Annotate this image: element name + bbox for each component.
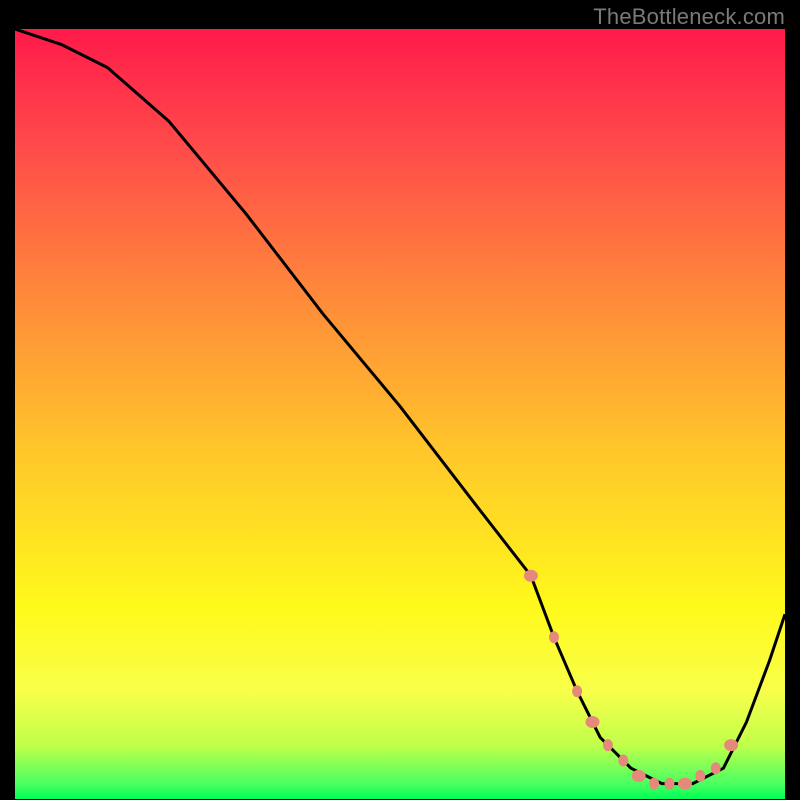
marker-dot (618, 755, 628, 767)
highlight-markers (524, 570, 738, 790)
marker-dot (632, 770, 646, 782)
marker-dot (724, 739, 738, 751)
marker-dot (549, 631, 559, 643)
watermark-text: TheBottleneck.com (593, 4, 785, 30)
marker-dot (524, 570, 538, 582)
chart-area (15, 29, 785, 799)
bottleneck-curve (15, 29, 785, 784)
curve-path (15, 29, 785, 784)
marker-dot (649, 778, 659, 790)
marker-dot (695, 770, 705, 782)
marker-dot (711, 762, 721, 774)
marker-dot (572, 685, 582, 697)
marker-dot (603, 739, 613, 751)
marker-dot (586, 716, 600, 728)
marker-dot (665, 778, 675, 790)
chart-svg (15, 29, 785, 799)
marker-dot (678, 778, 692, 790)
